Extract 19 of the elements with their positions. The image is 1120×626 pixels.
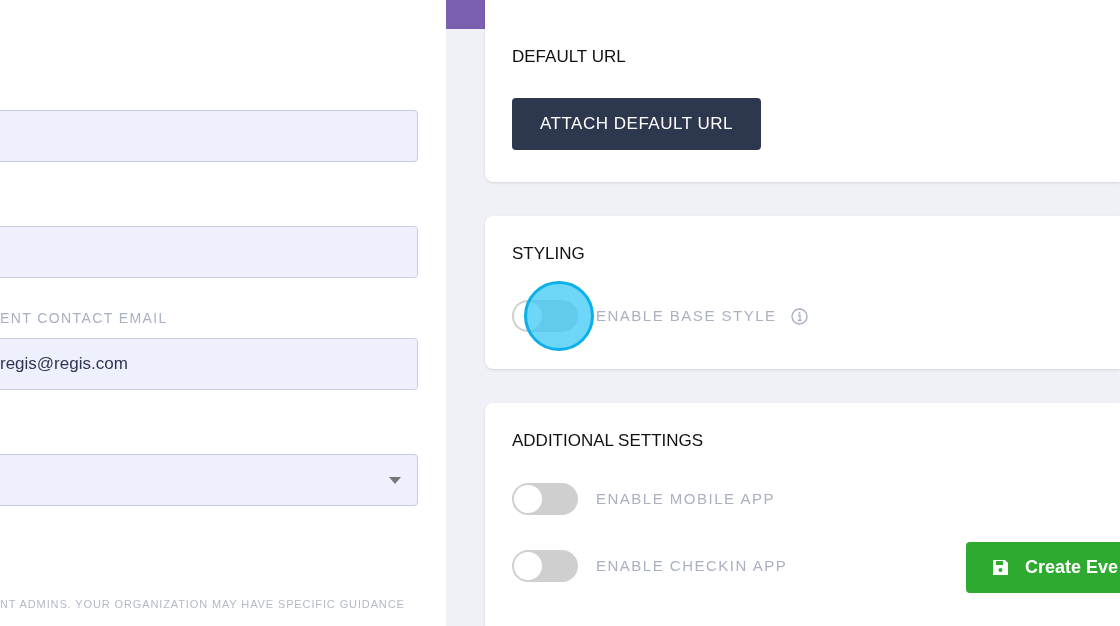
attach-url-button[interactable]: ATTACH DEFAULT URL <box>512 97 762 150</box>
toggle-switch[interactable] <box>512 483 578 515</box>
toggle-label: ENABLE CHECKIN APP <box>596 555 788 576</box>
toggle-label: ENABLE BASE STYLE <box>596 305 777 326</box>
section-title: STYLING <box>512 244 585 264</box>
guidance-text: NT ADMINS. YOUR ORGANIZATION MAY HAVE SPECIFIC GUIDANCE <box>0 597 406 612</box>
save-icon <box>992 559 1009 576</box>
section-title: ADDITIONAL SETTINGS <box>512 431 704 451</box>
input-field[interactable] <box>0 226 418 278</box>
toggle-label: ENABLE MOBILE APP <box>596 488 775 509</box>
tab-marker <box>446 0 485 29</box>
input-field[interactable] <box>0 110 418 162</box>
info-icon[interactable] <box>790 307 808 325</box>
caret-icon <box>389 476 401 484</box>
toggle-switch[interactable] <box>512 550 578 582</box>
field-label: ENT CONTACT EMAIL <box>0 310 169 326</box>
select-field[interactable] <box>0 454 418 506</box>
section-title: DEFAULT URL <box>512 46 626 68</box>
input-field[interactable]: regis@regis.com <box>0 338 418 390</box>
